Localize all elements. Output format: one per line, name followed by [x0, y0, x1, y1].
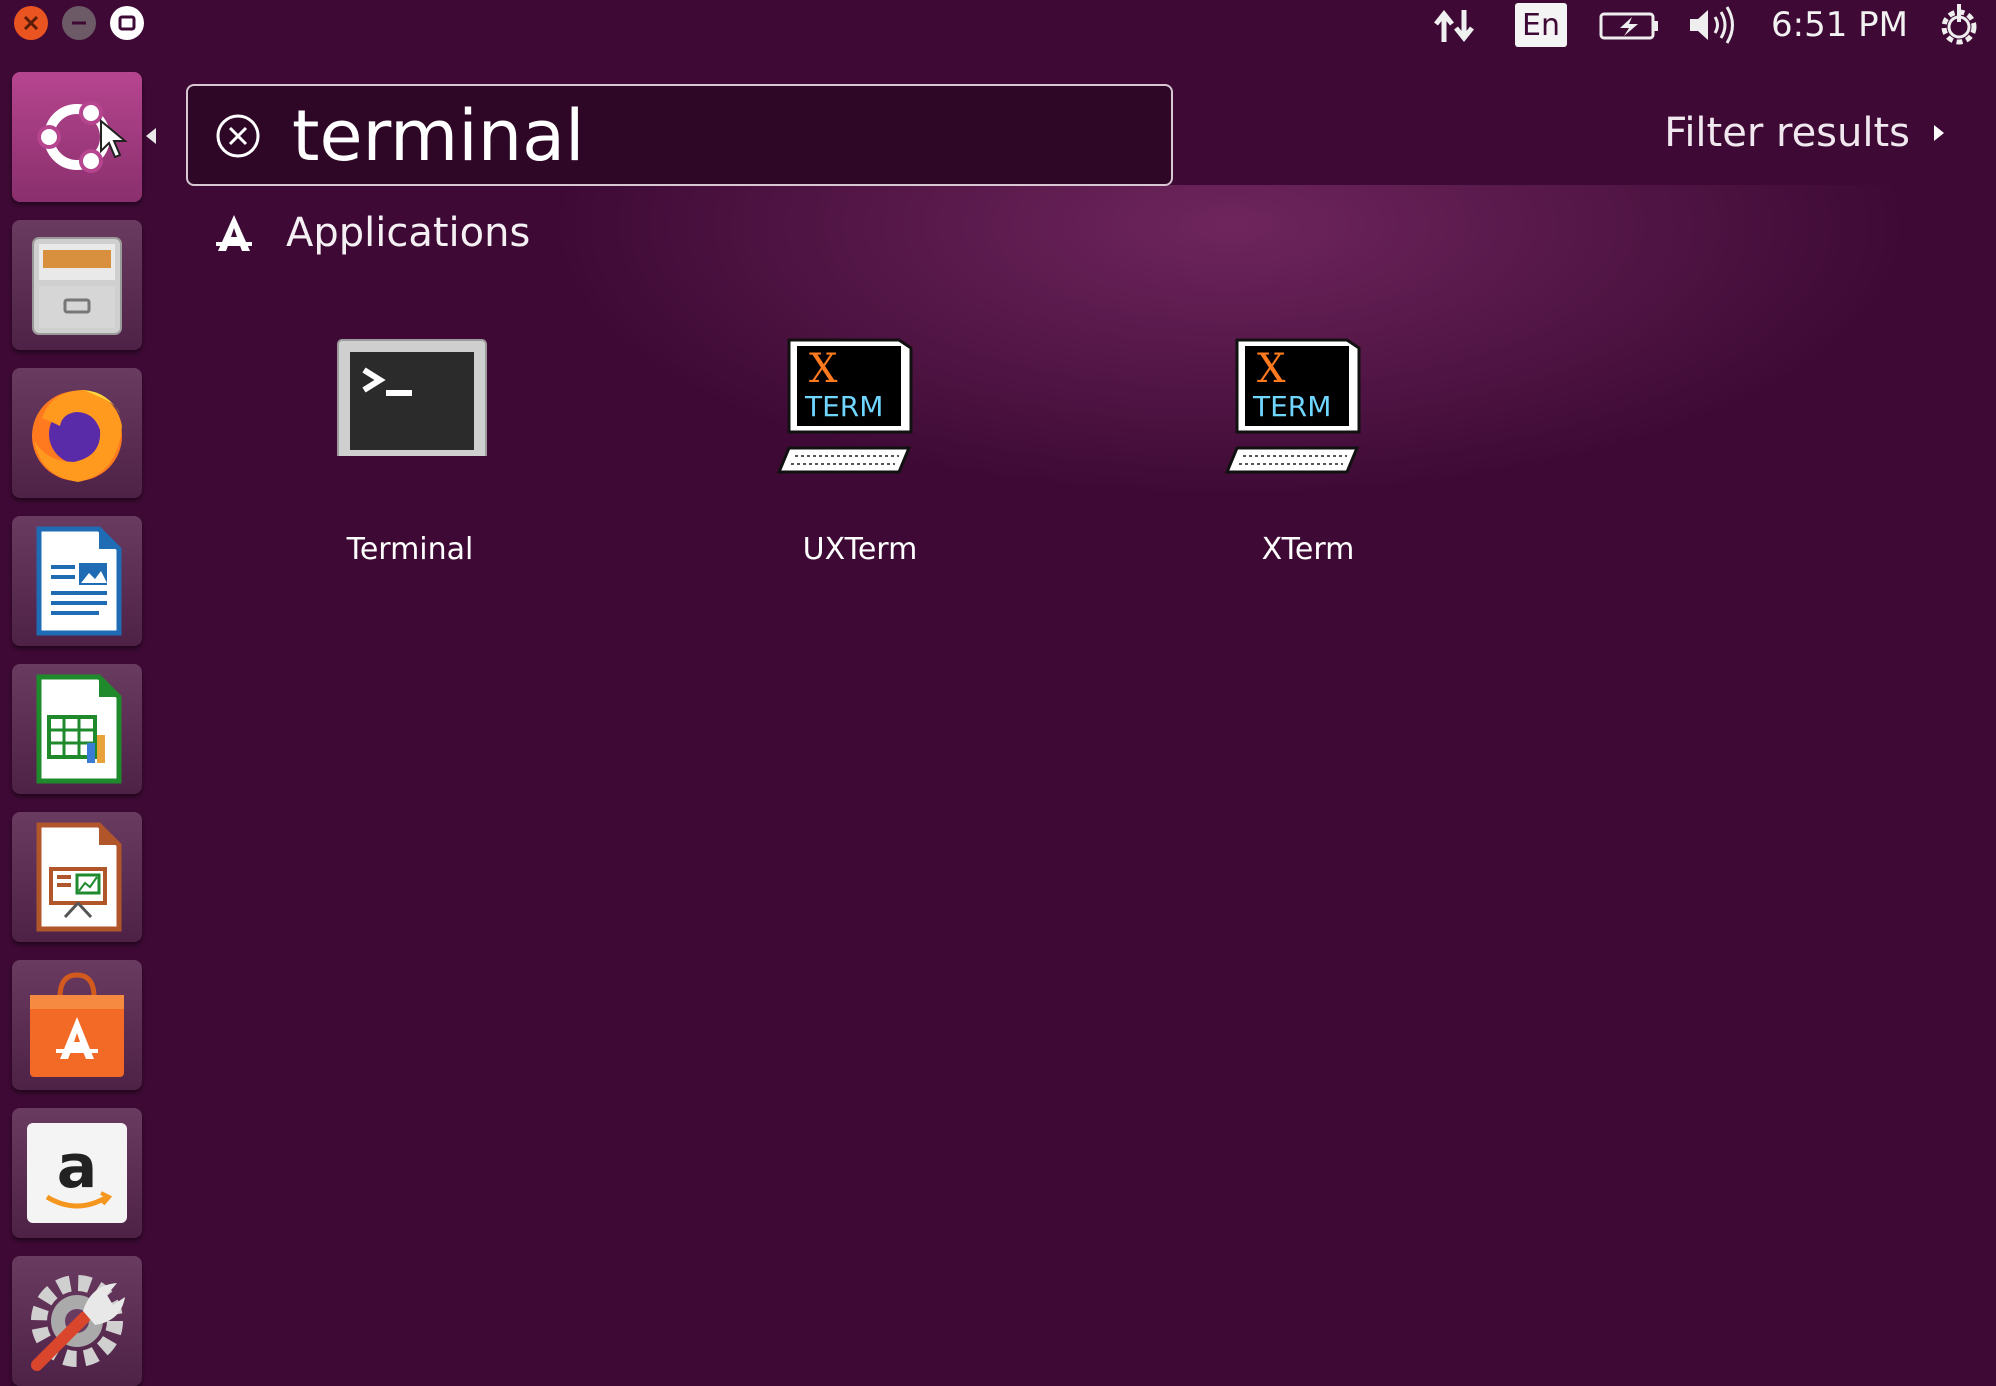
- keyboard-language-indicator[interactable]: En: [1515, 0, 1567, 50]
- calc-spreadsheet-icon: [36, 674, 122, 784]
- filter-results-label: Filter results: [1664, 110, 1910, 156]
- file-cabinet-icon: [32, 237, 122, 335]
- launcher-item-files[interactable]: [12, 220, 142, 350]
- maximize-window-button[interactable]: [110, 6, 144, 40]
- launcher-item-software[interactable]: [12, 960, 142, 1090]
- clock[interactable]: 6:51 PM: [1771, 4, 1908, 46]
- triangle-right-icon: [1934, 125, 1944, 141]
- launcher-active-arrow: [146, 128, 156, 144]
- section-title: Applications: [286, 210, 531, 256]
- search-input[interactable]: [292, 94, 1152, 178]
- volume-indicator[interactable]: [1686, 0, 1740, 50]
- writer-document-icon: [36, 526, 122, 636]
- volume-icon: [1690, 6, 1734, 44]
- launcher-item-firefox[interactable]: [12, 368, 142, 498]
- amazon-logo-icon: a: [27, 1123, 127, 1223]
- applications-lens-icon: [216, 215, 252, 251]
- network-indicator[interactable]: [1430, 0, 1486, 50]
- result-label: XTerm: [1261, 532, 1355, 567]
- filter-results-button[interactable]: Filter results: [1664, 108, 1946, 158]
- launcher-item-amazon[interactable]: a: [12, 1108, 142, 1238]
- ubuntu-logo-icon: [37, 101, 127, 173]
- xterm-x-text: X: [1257, 346, 1286, 392]
- xterm-term-text: TERM: [804, 390, 883, 423]
- svg-text:a: a: [57, 1132, 98, 1202]
- battery-charging-icon: [1599, 12, 1658, 40]
- launcher-item-dash[interactable]: [12, 72, 142, 202]
- keyboard-language-icon: En: [1515, 3, 1567, 47]
- close-icon: [23, 15, 39, 31]
- dash-search-box[interactable]: [186, 84, 1173, 186]
- software-bag-icon: [30, 972, 124, 1077]
- applications-section-header[interactable]: Applications: [212, 208, 530, 258]
- maximize-icon: [118, 15, 136, 31]
- network-updown-icon: [1434, 9, 1474, 43]
- result-terminal[interactable]: Terminal: [280, 320, 540, 590]
- launcher-item-writer[interactable]: [12, 516, 142, 646]
- launcher: a: [0, 50, 156, 1386]
- clear-search-icon[interactable]: [213, 111, 263, 161]
- impress-presentation-icon: [36, 822, 122, 932]
- settings-wrench-gear-icon: [31, 1275, 125, 1371]
- session-menu[interactable]: [1936, 0, 1982, 50]
- result-xterm[interactable]: X TERM XTerm: [1178, 320, 1438, 590]
- power-gear-icon: [1941, 4, 1977, 45]
- launcher-item-settings[interactable]: [12, 1256, 142, 1386]
- minimize-icon: [72, 21, 86, 25]
- battery-indicator[interactable]: [1598, 0, 1662, 50]
- launcher-item-impress[interactable]: [12, 812, 142, 942]
- result-uxterm[interactable]: X TERM UXTerm: [730, 320, 990, 590]
- close-window-button[interactable]: [14, 6, 48, 40]
- terminal-icon: [337, 339, 487, 456]
- result-label: UXTerm: [802, 532, 918, 567]
- xterm-icon: X TERM: [776, 338, 913, 474]
- launcher-item-calc[interactable]: [12, 664, 142, 794]
- firefox-icon: [32, 390, 122, 482]
- minimize-window-button[interactable]: [62, 6, 96, 40]
- xterm-term-text: TERM: [1252, 390, 1331, 423]
- result-label: Terminal: [346, 532, 474, 567]
- top-panel: En 6:51 PM: [0, 0, 1996, 50]
- xterm-icon: X TERM: [1224, 338, 1361, 474]
- xterm-x-text: X: [809, 346, 838, 392]
- language-label: En: [1522, 7, 1560, 43]
